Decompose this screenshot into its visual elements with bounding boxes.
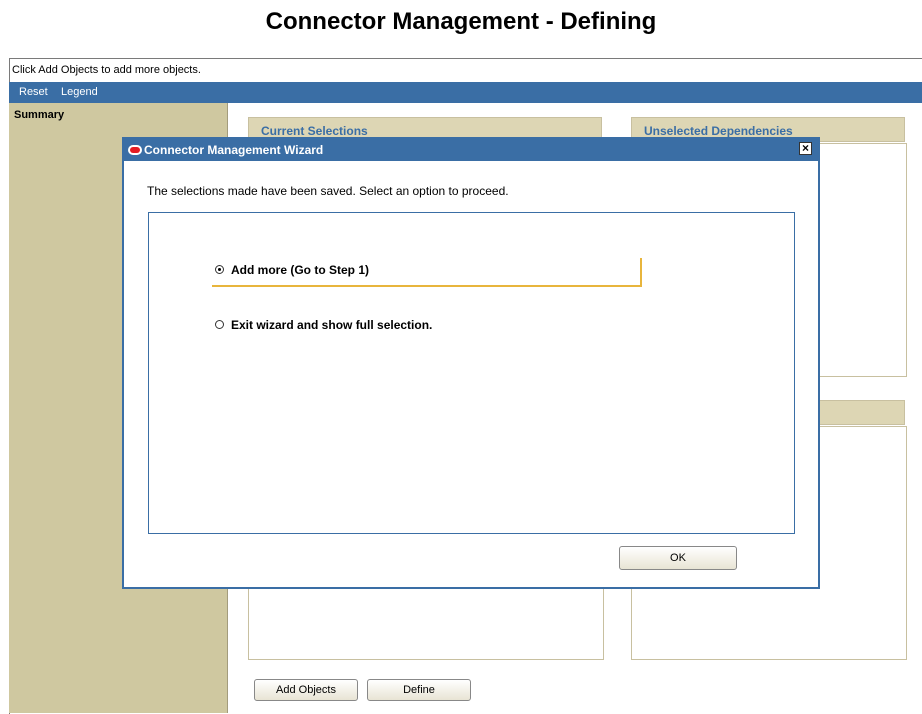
- dialog-message: The selections made have been saved. Sel…: [147, 184, 509, 198]
- menu-bar: [9, 82, 922, 103]
- dialog-title: Connector Management Wizard: [144, 143, 324, 157]
- exit-wizard-radio[interactable]: [215, 320, 224, 329]
- legend-menu-item[interactable]: Legend: [61, 86, 98, 98]
- page-title: Connector Management - Defining: [265, 8, 657, 35]
- ok-button[interactable]: OK: [619, 546, 737, 570]
- add-more-radio[interactable]: [215, 265, 224, 274]
- close-icon[interactable]: ×: [799, 142, 812, 155]
- add-more-label[interactable]: Add more (Go to Step 1): [231, 263, 369, 277]
- reset-menu-item[interactable]: Reset: [19, 86, 48, 98]
- sidebar-title: Summary: [14, 109, 65, 121]
- define-button[interactable]: Define: [367, 679, 471, 701]
- options-box: [148, 212, 795, 534]
- focus-highlight: [212, 285, 642, 287]
- oracle-logo-icon: [128, 145, 142, 155]
- hint-text: Click Add Objects to add more objects.: [12, 64, 201, 76]
- exit-wizard-label[interactable]: Exit wizard and show full selection.: [231, 318, 432, 332]
- focus-highlight-edge: [640, 258, 642, 287]
- add-objects-button[interactable]: Add Objects: [254, 679, 358, 701]
